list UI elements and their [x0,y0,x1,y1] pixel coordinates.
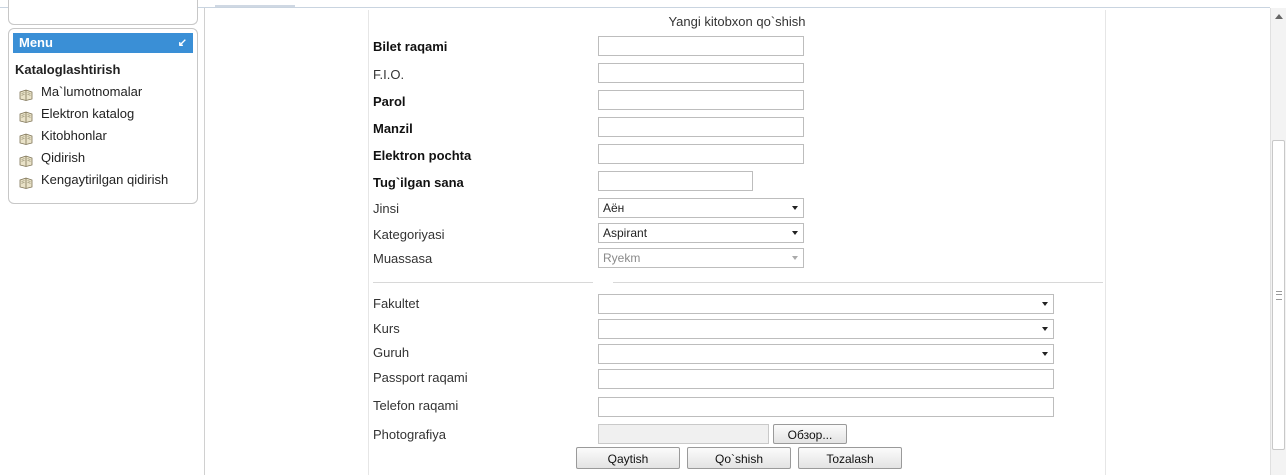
sidebar-item[interactable]: Ma`lumotnomalar [9,81,197,103]
guruh-select[interactable] [598,344,1054,364]
book-icon [19,174,33,189]
telefon-label: Telefon raqami [373,398,459,413]
book-icon [19,108,33,123]
email-input[interactable] [598,144,804,164]
sidebar-menu: Menu ↙ Kataloglashtirish Ma`lumotnomalar… [8,28,198,204]
birth-date-label: Tug`ilgan sana [373,175,464,190]
sidebar-item[interactable]: Kengaytirilgan qidirish [9,169,197,191]
browse-button[interactable]: Обзор... [773,424,847,444]
dropdown-arrow-icon [1042,352,1048,356]
dropdown-arrow-icon [792,206,798,210]
add-reader-form: Yangi kitobxon qo`shish Bilet raqami F.I… [368,10,1106,475]
dropdown-arrow-icon [1042,327,1048,331]
photo-label: Photografiya [373,427,446,442]
jinsi-select-value: Аён [603,201,625,215]
passport-label: Passport raqami [373,370,468,385]
search-box-panel [8,0,198,25]
jinsi-select[interactable]: Аён [598,198,804,218]
form-title: Yangi kitobxon qo`shish [668,14,806,29]
sidebar-item-label: Qidirish [41,150,86,165]
sidebar-item-label: Kengaytirilgan qidirish [41,172,169,187]
sidebar-item-label: Kitobhonlar [41,128,107,143]
email-label: Elektron pochta [373,148,472,163]
telefon-input[interactable] [598,397,1054,417]
section-separator-left [373,282,593,283]
sidebar-item-label: Elektron katalog [41,106,135,121]
sidebar-item[interactable]: Elektron katalog [9,103,197,125]
sidebar-item-label: Ma`lumotnomalar [41,84,143,99]
dropdown-arrow-icon [792,256,798,260]
book-icon [19,130,33,145]
kategoriya-select-value: Aspirant [603,226,648,240]
fio-label: F.I.O. [373,67,405,82]
scroll-up-icon[interactable] [1275,14,1283,19]
birth-date-input[interactable] [598,171,753,191]
fio-input[interactable] [598,63,804,83]
sidebar-item[interactable]: Kitobhonlar [9,125,197,147]
kategoriya-label: Kategoriyasi [373,227,445,242]
menu-header-label: Menu [19,35,53,50]
photo-file-path[interactable] [598,424,769,444]
book-icon [19,152,33,167]
fakultet-label: Fakultet [373,296,420,311]
sidebar-divider [204,8,205,475]
muassasa-select[interactable]: Ryekm [598,248,804,268]
sidebar-item[interactable]: Qidirish [9,147,197,169]
clear-button[interactable]: Tozalash [798,447,902,469]
bilet-label: Bilet raqami [373,39,448,54]
parol-label: Parol [373,94,406,109]
kurs-label: Kurs [373,321,400,336]
add-button[interactable]: Qo`shish [687,447,791,469]
category-title: Kataloglashtirish [15,62,121,77]
book-icon [19,86,33,101]
collapse-arrow-icon[interactable]: ↙ [178,33,187,53]
bilet-input[interactable] [598,36,804,56]
dropdown-arrow-icon [792,231,798,235]
manzil-input[interactable] [598,117,804,137]
top-tab-line [215,5,295,7]
muassasa-label: Muassasa [373,251,433,266]
scroll-thumb[interactable] [1272,140,1285,450]
muassasa-select-value: Ryekm [603,251,641,265]
vertical-scrollbar[interactable] [1270,8,1286,475]
kurs-select[interactable] [598,319,1054,339]
parol-input[interactable] [598,90,804,110]
section-separator-right [613,282,1103,283]
fakultet-select[interactable] [598,294,1054,314]
kategoriya-select[interactable]: Aspirant [598,223,804,243]
passport-input[interactable] [598,369,1054,389]
back-button[interactable]: Qaytish [576,447,680,469]
menu-header[interactable]: Menu ↙ [13,33,193,53]
jinsi-label: Jinsi [373,201,400,216]
guruh-label: Guruh [373,345,410,360]
scroll-grip-icon [1276,291,1282,300]
dropdown-arrow-icon [1042,302,1048,306]
manzil-label: Manzil [373,121,413,136]
